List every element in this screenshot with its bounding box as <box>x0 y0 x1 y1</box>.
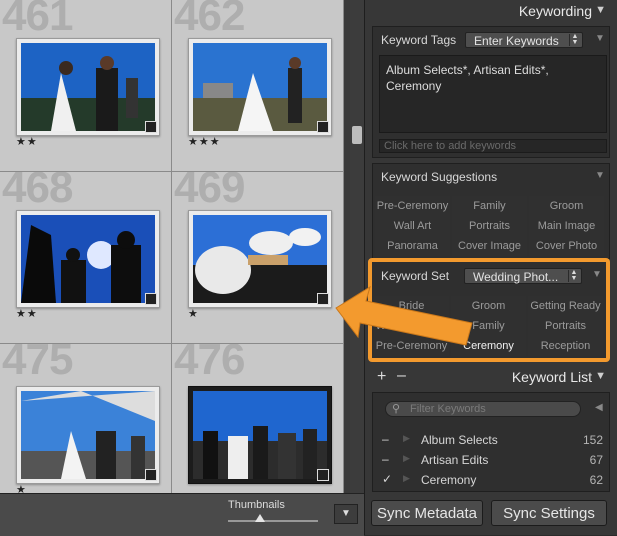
keyword-suggestions-label: Keyword Suggestions <box>381 170 498 184</box>
grid-scrollbar[interactable] <box>350 0 364 493</box>
keyword-applied-mark[interactable]: – <box>382 452 392 466</box>
sync-settings-button[interactable]: Sync Settings <box>491 500 607 526</box>
sync-metadata-button[interactable]: Sync Metadata <box>371 500 483 526</box>
stepper-icon: ▲ ▼ <box>569 33 580 46</box>
photo-image <box>193 391 327 479</box>
keyword-tags-section: Keyword Tags Enter Keywords ▲ ▼ ▼ Album S… <box>372 26 610 158</box>
keywording-header[interactable]: Keywording ▼ <box>365 0 617 24</box>
suggestion-item[interactable]: Pre-Ceremony <box>375 196 450 216</box>
scrollbar-thumb[interactable] <box>352 126 362 144</box>
thumbnail-size-slider[interactable] <box>228 520 318 522</box>
grid-cell-468[interactable]: 468 ★★ <box>0 172 172 344</box>
expand-triangle-icon[interactable]: ▶ <box>403 473 410 484</box>
star-rating: ★★★ <box>188 136 221 148</box>
keyword-count: 67 <box>589 453 603 467</box>
thumbnail[interactable] <box>16 386 160 484</box>
photo-image <box>21 215 155 303</box>
grid-cell-476[interactable]: 476 <box>172 344 344 493</box>
thumbnail[interactable] <box>188 210 332 308</box>
filter-keywords-input[interactable]: ⚲ Filter Keywords <box>385 401 581 417</box>
collapse-triangle-icon[interactable]: ▼ <box>595 4 606 16</box>
cell-number: 468 <box>2 172 73 212</box>
collapse-triangle-icon[interactable]: ▼ <box>595 370 606 382</box>
suggestion-item[interactable]: Groom <box>529 196 604 216</box>
keyword-badge-icon <box>317 469 329 481</box>
photo-grid: 461 ★★ 462 ★★★ 468 ★★ 469 ★ 475 ★ 476 <box>0 0 350 493</box>
search-icon: ⚲ <box>392 403 401 415</box>
photo-image <box>193 215 327 303</box>
remove-keyword-minus-icon[interactable]: – <box>397 367 406 385</box>
suggestion-item[interactable]: Wall Art <box>375 216 450 236</box>
photo-image <box>21 391 155 479</box>
keyword-badge-icon <box>145 469 157 481</box>
keyword-list-item[interactable]: ✓ ▶ Ceremony 62 <box>373 471 611 489</box>
keyword-suggestions-section: Keyword Suggestions ▼ Pre-Ceremony Famil… <box>372 163 610 259</box>
keyword-count: 62 <box>589 473 603 487</box>
grid-cell-461[interactable]: 461 ★★ <box>0 0 172 172</box>
keyword-list-header[interactable]: + – Keyword List ▼ <box>365 366 617 390</box>
suggestion-item[interactable]: Cover Image <box>452 236 527 256</box>
grid-cell-462[interactable]: 462 ★★★ <box>172 0 344 172</box>
star-rating: ★ <box>188 308 199 320</box>
add-keywords-input[interactable]: Click here to add keywords <box>379 139 607 153</box>
add-keyword-plus-icon[interactable]: + <box>377 368 386 386</box>
keyword-list-item[interactable]: – ▶ Album Selects 152 <box>373 431 611 449</box>
photo-image <box>21 43 155 131</box>
thumbnail-selected[interactable] <box>188 386 332 484</box>
keyword-name: Artisan Edits <box>421 453 489 467</box>
keyword-count: 152 <box>582 433 603 447</box>
keyword-badge-icon <box>317 293 329 305</box>
filter-toggle-triangle-icon[interactable]: ◀ <box>595 402 603 413</box>
star-rating: ★ <box>16 484 27 493</box>
collapse-triangle-icon[interactable]: ▼ <box>595 170 605 181</box>
photo-image <box>193 43 327 131</box>
keyword-badge-icon <box>317 121 329 133</box>
keyword-list-title: Keyword List <box>511 369 592 385</box>
collapse-triangle-icon[interactable]: ▼ <box>595 33 605 44</box>
star-rating: ★★ <box>16 308 38 320</box>
keyword-list-item[interactable]: – ▶ Artisan Edits 67 <box>373 451 611 469</box>
keyword-badge-icon <box>145 293 157 305</box>
suggestion-item[interactable]: Portraits <box>452 216 527 236</box>
thumbnail[interactable] <box>188 38 332 136</box>
keyword-entry-mode-dropdown[interactable]: Enter Keywords ▲ ▼ <box>465 32 583 48</box>
star-rating: ★★ <box>16 136 38 148</box>
thumbnail[interactable] <box>16 38 160 136</box>
toolbar-menu-chevron-icon[interactable]: ▼ <box>334 504 358 524</box>
grid-cell-475[interactable]: 475 ★ <box>0 344 172 493</box>
bottom-toolbar: Thumbnails ▼ <box>0 493 364 536</box>
keyword-name: Album Selects <box>421 433 498 447</box>
expand-triangle-icon[interactable]: ▶ <box>403 433 410 444</box>
keyword-applied-mark[interactable]: ✓ <box>382 472 392 486</box>
cell-number: 475 <box>2 344 73 384</box>
keyword-applied-mark[interactable]: – <box>382 432 392 446</box>
cell-number: 476 <box>174 344 245 384</box>
annotation-arrow-icon <box>335 285 473 346</box>
expand-triangle-icon[interactable]: ▶ <box>403 453 410 464</box>
grid-cell-469[interactable]: 469 ★ <box>172 172 344 344</box>
suggestion-item[interactable]: Cover Photo <box>529 236 604 256</box>
suggestion-item[interactable]: Family <box>452 196 527 216</box>
cell-number: 462 <box>174 0 245 40</box>
filter-placeholder: Filter Keywords <box>410 403 486 415</box>
cell-number: 461 <box>2 0 73 40</box>
suggestion-item[interactable]: Main Image <box>529 216 604 236</box>
keyword-list-section: ⚲ Filter Keywords ◀ – ▶ Album Selects 15… <box>372 392 610 492</box>
keyword-tags-textarea[interactable]: Album Selects*, Artisan Edits*, Ceremony <box>379 55 607 133</box>
panel-title: Keywording <box>518 3 592 19</box>
keyword-name: Ceremony <box>421 473 477 487</box>
keyword-badge-icon <box>145 121 157 133</box>
thumbnail[interactable] <box>16 210 160 308</box>
thumbnails-label: Thumbnails <box>228 499 285 511</box>
suggestion-item[interactable]: Panorama <box>375 236 450 256</box>
cell-number: 469 <box>174 172 245 212</box>
keyword-tags-label: Keyword Tags <box>381 33 457 47</box>
slider-knob[interactable] <box>254 514 265 522</box>
